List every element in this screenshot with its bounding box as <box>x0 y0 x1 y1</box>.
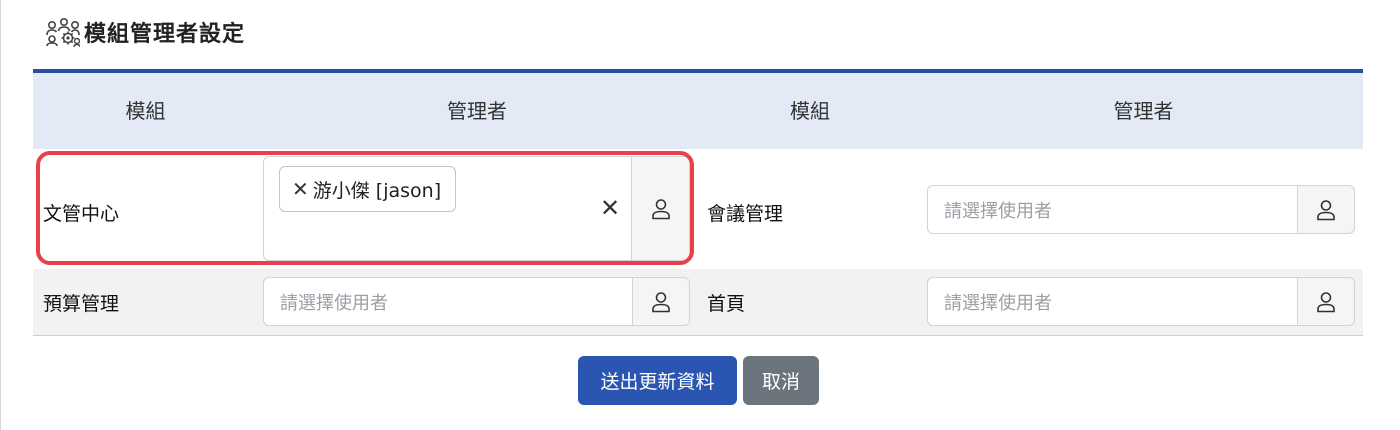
budget-admin-group: 請選擇使用者 <box>263 277 690 326</box>
cancel-button[interactable]: 取消 <box>743 356 819 405</box>
select-user-button-document-center[interactable] <box>631 156 690 261</box>
module-admin-table: 模組 管理者 模組 管理者 文管中心 ✕ 游小傑 [jason] ✕ 會議管理 … <box>33 69 1363 336</box>
submit-button[interactable]: 送出更新資料 <box>578 356 737 405</box>
document-center-admin-select[interactable]: ✕ 游小傑 [jason] ✕ <box>263 156 631 261</box>
module-label-document-center: 文管中心 <box>43 203 120 225</box>
budget-admin-input[interactable]: 請選擇使用者 <box>263 277 632 326</box>
meeting-admin-group: 請選擇使用者 <box>927 185 1355 234</box>
module-label-home: 首頁 <box>707 293 746 315</box>
meeting-admin-input[interactable]: 請選擇使用者 <box>927 185 1297 234</box>
table-header: 模組 管理者 模組 管理者 <box>33 73 1363 149</box>
home-admin-group: 請選擇使用者 <box>927 277 1355 326</box>
module-label-meeting: 會議管理 <box>707 203 784 225</box>
clear-selection-icon[interactable]: ✕ <box>600 194 620 222</box>
user-icon <box>651 198 670 219</box>
user-icon <box>652 291 670 312</box>
user-icon <box>1317 199 1335 220</box>
home-admin-input[interactable]: 請選擇使用者 <box>927 277 1297 326</box>
header-module-left: 模組 <box>125 99 166 123</box>
remove-user-icon[interactable]: ✕ <box>292 177 309 201</box>
user-icon <box>1317 291 1335 312</box>
header-admin-left: 管理者 <box>447 99 507 123</box>
select-user-button-meeting[interactable] <box>1297 185 1355 234</box>
users-gear-icon <box>46 17 80 47</box>
header-module-right: 模組 <box>790 99 830 123</box>
page-title: 模組管理者設定 <box>84 22 246 47</box>
module-label-budget: 預算管理 <box>43 293 120 315</box>
selected-user-label: 游小傑 [jason] <box>312 179 442 202</box>
selected-user-chip: ✕ 游小傑 [jason] <box>279 166 457 212</box>
page-header: 模組管理者設定 <box>46 17 245 47</box>
page-left-border <box>0 0 1 430</box>
select-user-button-home[interactable] <box>1297 277 1355 326</box>
header-admin-right: 管理者 <box>1113 99 1174 123</box>
select-user-button-budget[interactable] <box>632 277 690 326</box>
